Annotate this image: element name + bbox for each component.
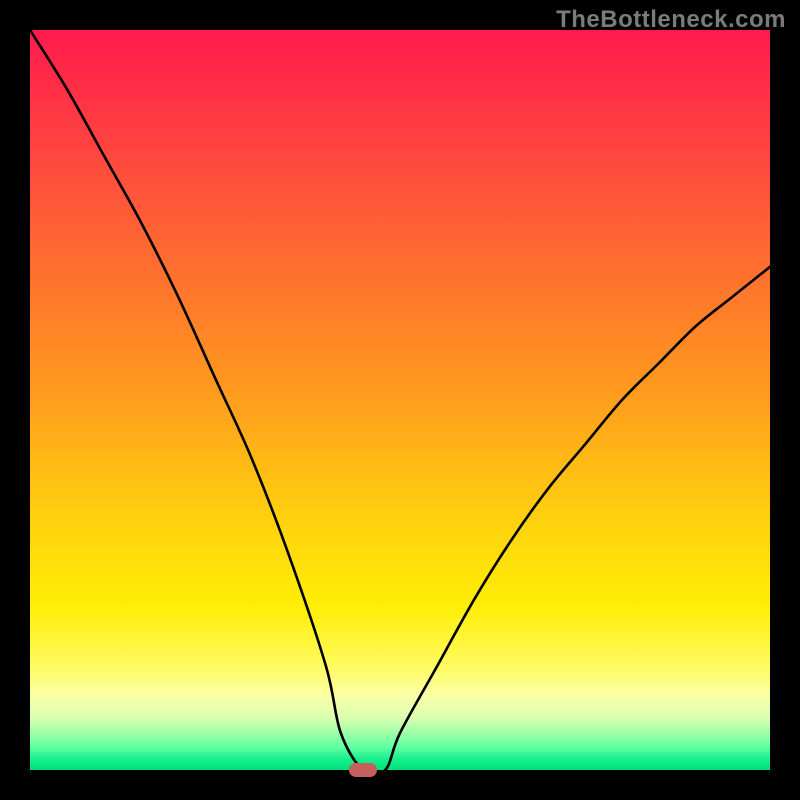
bottleneck-curve [30,30,770,770]
chart-frame: TheBottleneck.com [0,0,800,800]
plot-area [30,30,770,770]
optimum-marker [349,763,377,777]
curve-svg [30,30,770,770]
